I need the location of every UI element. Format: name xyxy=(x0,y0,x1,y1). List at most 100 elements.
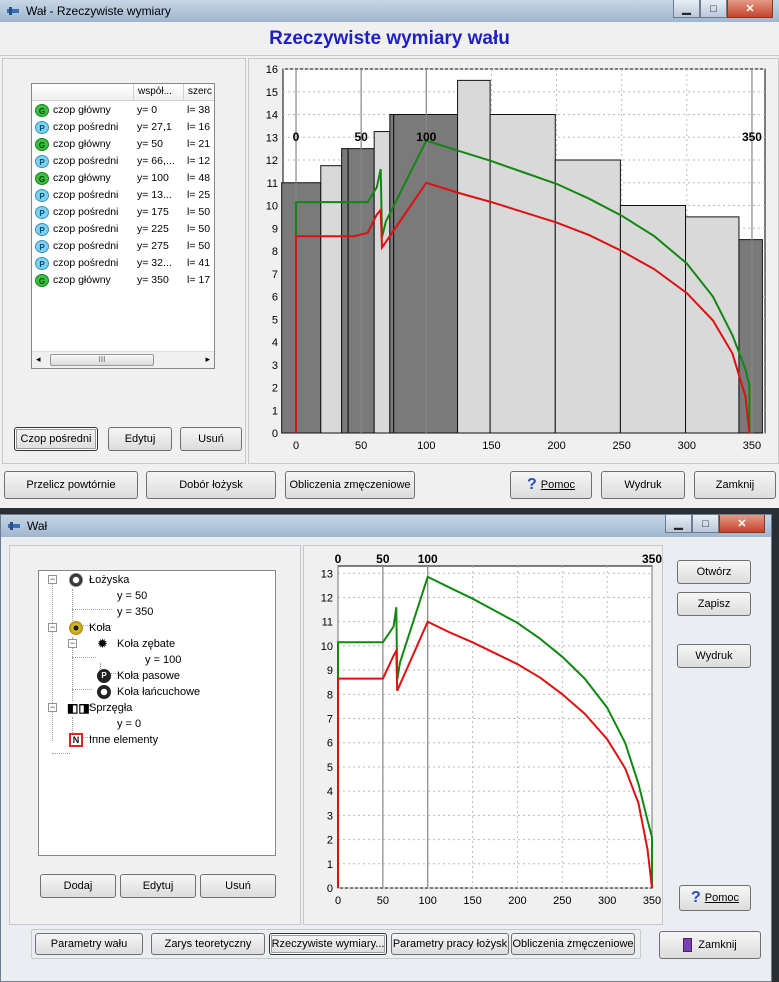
support-marker-label: 100 xyxy=(418,552,438,566)
minimize-button[interactable]: ▁ xyxy=(673,0,700,18)
pomoc-button[interactable]: ? Pomoc xyxy=(510,471,592,499)
y-tick-label: 2 xyxy=(327,835,333,847)
intermediate-journal-icon: P xyxy=(35,223,49,236)
list-item-width: l= 21 xyxy=(187,138,211,150)
bottom-chart-panel: 0 50 100 150 200 250 300 350 0 1 2 3 4 5 6 7 8 9 10 11 12 13 0… xyxy=(303,545,663,925)
list-header-width[interactable]: szerc xyxy=(184,84,214,101)
close-button[interactable]: ✕ xyxy=(727,0,773,18)
tree-sprzegla-y0[interactable]: y = 0 xyxy=(117,717,141,731)
tab-rzeczywiste-wymiary[interactable]: Rzeczywiste wymiary... xyxy=(269,933,387,955)
bottom-window: Wał ▁ □ ✕ − Łożyska y = 50 y = 350 − Koł… xyxy=(0,514,772,982)
list-item[interactable]: Gczop główny y= 350 l= 17 xyxy=(32,272,214,289)
list-item-name: czop główny xyxy=(53,104,111,116)
support-marker-label: 50 xyxy=(354,130,368,144)
elements-list[interactable]: współ... szerc Gczop główny y= 0 l= 38 Pczo… xyxy=(31,83,215,369)
list-item-position: y= 13... xyxy=(137,189,172,201)
tree-lozyska-y350[interactable]: y = 350 xyxy=(117,605,153,619)
tab-zarys-teoretyczny[interactable]: Zarys teoretyczny xyxy=(151,933,265,955)
zamknij-button[interactable]: Zamknij xyxy=(694,471,776,499)
usun-button[interactable]: Usuń xyxy=(200,874,276,898)
x-tick-label: 150 xyxy=(482,440,500,452)
top-chart-panel: 0 50 100 150 200 250 300 350 0 1 2 3 4 5 6 7 8 9 10 11 12 13 1… xyxy=(248,58,779,464)
otworz-button[interactable]: Otwórz xyxy=(677,560,751,584)
tab-parametry-pracy-lozysk[interactable]: Parametry pracy łożysk xyxy=(391,933,509,955)
obliczenia-button[interactable]: Obliczenia zmęczeniowe xyxy=(285,471,415,499)
edytuj-button[interactable]: Edytuj xyxy=(108,427,172,451)
pomoc-button[interactable]: ? Pomoc xyxy=(679,885,751,911)
left-panel: współ... szerc Gczop główny y= 0 l= 38 Pczo… xyxy=(2,58,246,464)
minimize-button[interactable]: ▁ xyxy=(665,515,692,533)
list-item[interactable]: Gczop główny y= 50 l= 21 xyxy=(32,136,214,153)
tree-kola-zebate-y100[interactable]: y = 100 xyxy=(145,653,181,667)
list-item-width: l= 50 xyxy=(187,240,211,252)
czop-posredni-button[interactable]: Czop pośredni xyxy=(14,427,98,451)
list-item[interactable]: Pczop pośredni y= 225 l= 50 xyxy=(32,221,214,238)
y-tick-label: 9 xyxy=(272,223,278,235)
y-tick-label: 9 xyxy=(327,665,333,677)
zamknij-button[interactable]: Zamknij xyxy=(659,931,761,959)
y-tick-label: 4 xyxy=(327,786,333,798)
tree-inne[interactable]: Inne elementy xyxy=(89,733,158,747)
wheel-icon xyxy=(69,621,83,635)
tab-parametry-walu[interactable]: Parametry wału xyxy=(35,933,143,955)
list-item[interactable]: Pczop pośredni y= 27,1 l= 16 xyxy=(32,119,214,136)
tree-kola-zebate[interactable]: Koła zębate xyxy=(117,637,175,651)
y-tick-label: 11 xyxy=(267,178,278,190)
maximize-button[interactable]: □ xyxy=(692,515,719,533)
elements-tree[interactable]: − Łożyska y = 50 y = 350 − Koła − ✹ Koła… xyxy=(38,570,276,856)
usun-button[interactable]: Usuń xyxy=(180,427,242,451)
bottom-window-title: Wał xyxy=(27,519,48,533)
list-item[interactable]: Pczop pośredni y= 32... l= 41 xyxy=(32,255,214,272)
list-item[interactable]: Gczop główny y= 100 l= 48 xyxy=(32,170,214,187)
expand-lozyska[interactable]: − xyxy=(48,575,57,584)
list-header-coord[interactable]: współ... xyxy=(134,84,184,101)
wydruk-button[interactable]: Wydruk xyxy=(601,471,685,499)
list-item[interactable]: Gczop główny y= 0 l= 38 xyxy=(32,102,214,119)
app-icon xyxy=(7,7,19,15)
shaft-step-bar xyxy=(373,131,391,434)
y-tick-label: 4 xyxy=(272,337,278,349)
shaft-step-bar xyxy=(619,205,687,434)
close-button[interactable]: ✕ xyxy=(719,515,765,533)
tree-lozyska-y50[interactable]: y = 50 xyxy=(117,589,147,603)
expand-kola[interactable]: − xyxy=(48,623,57,632)
y-tick-label: 8 xyxy=(272,246,278,258)
edytuj-button[interactable]: Edytuj xyxy=(120,874,196,898)
tree-kola-lancuchowe[interactable]: Koła łańcuchowe xyxy=(117,685,200,699)
list-header-icon[interactable] xyxy=(32,84,134,101)
tree-lozyska[interactable]: Łożyska xyxy=(89,573,129,587)
maximize-button[interactable]: □ xyxy=(700,0,727,18)
y-tick-label: 12 xyxy=(321,592,333,604)
list-item[interactable]: Pczop pośredni y= 66,... l= 12 xyxy=(32,153,214,170)
tab-obliczenia-zmeczeniowe[interactable]: Obliczenia zmęczeniowe xyxy=(511,933,635,955)
x-tick-label: 300 xyxy=(598,895,616,907)
expand-sprzegla[interactable]: − xyxy=(48,703,57,712)
list-item[interactable]: Pczop pośredni y= 175 l= 50 xyxy=(32,204,214,221)
dobor-lozysk-button[interactable]: Dobór łożysk xyxy=(146,471,276,499)
x-tick-label: 350 xyxy=(743,440,761,452)
list-item-name: czop pośredni xyxy=(53,206,119,218)
list-item-width: l= 50 xyxy=(187,223,211,235)
tree-kola-pasowe[interactable]: Koła pasowe xyxy=(117,669,180,683)
wydruk-button[interactable]: Wydruk xyxy=(677,644,751,668)
main-journal-icon: G xyxy=(35,138,49,151)
support-marker-label: 0 xyxy=(335,552,342,566)
horizontal-scrollbar[interactable]: ◂ III ▸ xyxy=(32,351,214,368)
zapisz-button[interactable]: Zapisz xyxy=(677,592,751,616)
expand-kola-zebate[interactable]: − xyxy=(68,639,77,648)
list-item-name: czop pośredni xyxy=(53,257,119,269)
dodaj-button[interactable]: Dodaj xyxy=(40,874,116,898)
tree-kola[interactable]: Koła xyxy=(89,621,111,635)
intermediate-journal-icon: P xyxy=(35,155,49,168)
list-item-position: y= 225 xyxy=(137,223,169,235)
chain-wheel-icon xyxy=(97,685,111,699)
przelicz-button[interactable]: Przelicz powtórnie xyxy=(4,471,138,499)
tree-sprzegla[interactable]: Sprzęgła xyxy=(89,701,132,715)
scroll-left-icon[interactable]: ◂ xyxy=(36,354,41,365)
zamknij-label: Zamknij xyxy=(698,939,737,951)
x-tick-label: 50 xyxy=(355,440,367,452)
scroll-thumb[interactable]: III xyxy=(50,354,154,366)
list-item[interactable]: Pczop pośredni y= 275 l= 50 xyxy=(32,238,214,255)
list-item[interactable]: Pczop pośredni y= 13... l= 25 xyxy=(32,187,214,204)
scroll-right-icon[interactable]: ▸ xyxy=(205,354,210,365)
